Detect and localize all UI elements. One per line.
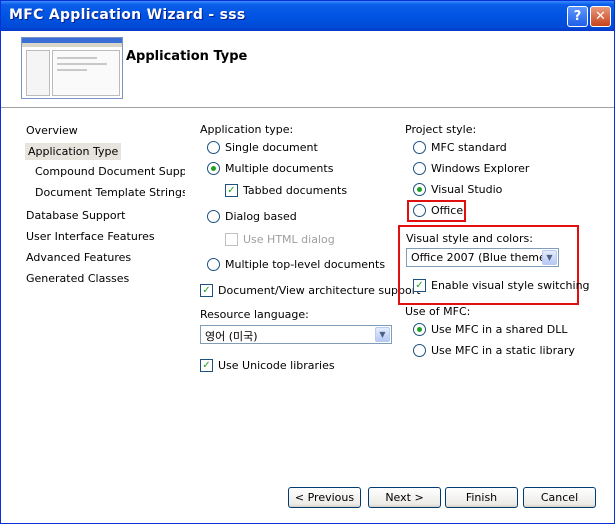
check-tabbed-documents[interactable]: ✓ Tabbed documents — [225, 183, 347, 199]
radio-icon — [413, 203, 426, 217]
radio-mfc-shared-dll[interactable]: Use MFC in a shared DLL — [413, 322, 568, 338]
radio-selected-icon — [207, 161, 220, 175]
page-heading: Application Type — [126, 49, 248, 64]
radio-multiple-top-level[interactable]: Multiple top-level documents — [207, 257, 385, 273]
check-unicode-libraries[interactable]: ✓ Use Unicode libraries — [200, 358, 335, 374]
radio-multiple-documents[interactable]: Multiple documents — [207, 161, 333, 177]
close-button[interactable]: ✕ — [590, 6, 611, 27]
nav-item-generated-classes[interactable]: Generated Classes — [23, 270, 132, 287]
checkmark-icon: ✓ — [200, 283, 213, 297]
visual-style-label: Visual style and colors: — [406, 232, 533, 245]
checkmark-icon: ✓ — [200, 358, 213, 372]
wizard-nav: Overview Application Type Compound Docum… — [1, 108, 202, 523]
resource-language-label: Resource language: — [200, 308, 309, 321]
radio-icon — [413, 140, 426, 154]
cancel-button[interactable]: Cancel — [523, 487, 596, 508]
title-bar[interactable]: MFC Application Wizard - sss ? ✕ — [1, 1, 614, 31]
radio-office[interactable]: Office — [413, 203, 463, 219]
nav-item-document-template[interactable]: Document Template Strings — [32, 184, 191, 201]
radio-icon — [207, 257, 220, 271]
use-of-mfc-label: Use of MFC: — [405, 305, 471, 318]
nav-item-ui-features[interactable]: User Interface Features — [23, 228, 158, 245]
options-panel: Application type: Single document Multip… — [185, 108, 614, 523]
checkbox-disabled-icon — [225, 232, 238, 246]
radio-icon — [207, 209, 220, 223]
chevron-down-icon[interactable]: ▼ — [542, 250, 557, 265]
window-title: MFC Application Wizard - sss — [9, 7, 246, 23]
radio-selected-icon — [413, 322, 426, 336]
nav-item-advanced-features[interactable]: Advanced Features — [23, 249, 134, 266]
wizard-preview-image — [21, 37, 123, 99]
help-button[interactable]: ? — [567, 6, 588, 27]
visual-style-select[interactable]: Office 2007 (Blue theme) ▼ — [406, 248, 559, 267]
radio-mfc-standard[interactable]: MFC standard — [413, 140, 507, 156]
nav-item-overview[interactable]: Overview — [23, 122, 81, 139]
radio-mfc-static-library[interactable]: Use MFC in a static library — [413, 343, 575, 359]
checkmark-icon: ✓ — [413, 278, 426, 292]
previous-button[interactable]: < Previous — [288, 487, 361, 508]
project-style-label: Project style: — [405, 123, 477, 136]
chevron-down-icon[interactable]: ▼ — [375, 327, 390, 342]
nav-item-database-support[interactable]: Database Support — [23, 207, 128, 224]
radio-icon — [413, 343, 426, 357]
next-button[interactable]: Next > — [368, 487, 441, 508]
resource-language-value: 영어 (미국) — [205, 330, 258, 343]
resource-language-select[interactable]: 영어 (미국) ▼ — [200, 325, 392, 344]
radio-dialog-based[interactable]: Dialog based — [207, 209, 297, 225]
radio-selected-icon — [413, 182, 426, 196]
check-document-view[interactable]: ✓ Document/View architecture support — [200, 283, 421, 299]
radio-windows-explorer[interactable]: Windows Explorer — [413, 161, 529, 177]
radio-single-document[interactable]: Single document — [207, 140, 318, 156]
check-use-html-dialog: Use HTML dialog — [225, 232, 335, 248]
radio-icon — [207, 140, 220, 154]
nav-item-application-type[interactable]: Application Type — [25, 143, 122, 160]
wizard-window: MFC Application Wizard - sss ? ✕ Applica… — [0, 0, 615, 524]
header-banner: Application Type — [1, 31, 614, 108]
app-type-label: Application type: — [200, 123, 294, 136]
visual-style-value: Office 2007 (Blue theme) — [411, 251, 551, 264]
radio-visual-studio[interactable]: Visual Studio — [413, 182, 502, 198]
finish-button[interactable]: Finish — [445, 487, 518, 508]
check-enable-style-switching[interactable]: ✓ Enable visual style switching — [413, 278, 590, 294]
checkmark-icon: ✓ — [225, 183, 238, 197]
nav-item-compound-document[interactable]: Compound Document Support — [32, 163, 205, 180]
radio-icon — [413, 161, 426, 175]
